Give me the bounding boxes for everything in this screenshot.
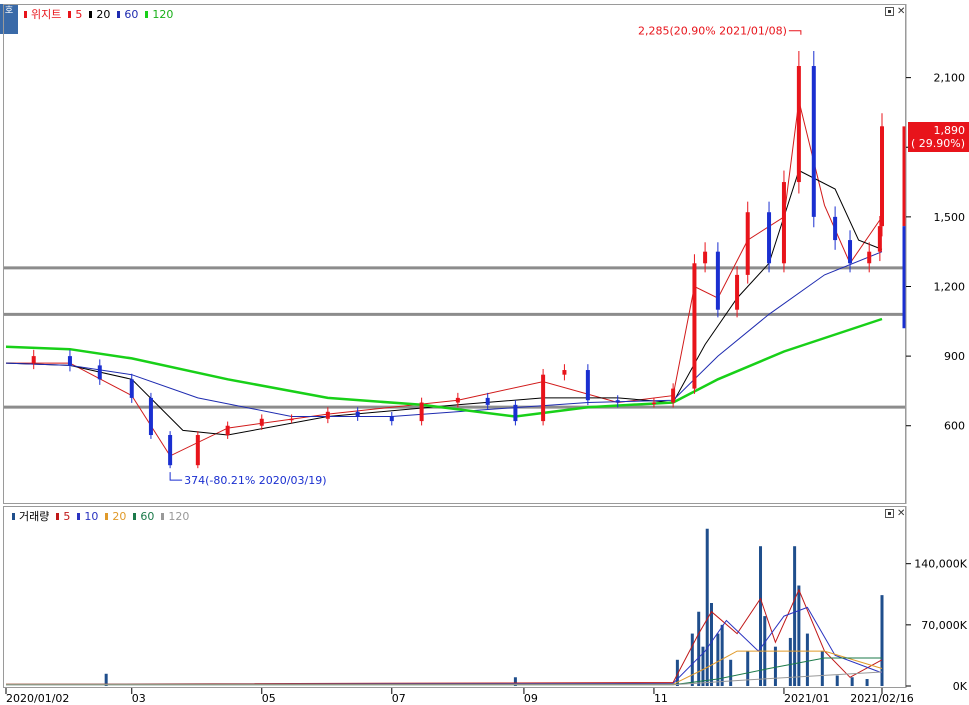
candle-body (651, 402, 656, 405)
volume-bar (835, 675, 839, 686)
volume-bar (805, 633, 809, 686)
high-marker (788, 30, 802, 35)
candle-body (148, 397, 153, 436)
volume-bar (820, 651, 824, 686)
candle-body (615, 400, 620, 403)
volume-bar (773, 646, 777, 686)
volume-bar (746, 651, 750, 686)
xtick-label: 11 (654, 692, 668, 705)
candle-body (735, 274, 740, 310)
candle-body (767, 212, 772, 264)
high-annotation: 2,285(20.90% 2021/01/08) (638, 25, 787, 38)
candle-body (715, 251, 720, 310)
candle-body (848, 240, 853, 264)
candle-body (455, 397, 460, 403)
candle-body (168, 435, 173, 466)
candle-body (671, 388, 676, 403)
volume-ytick-label: 70,000K (921, 619, 967, 632)
vma60-line (6, 657, 882, 686)
last-price: 1,890 (933, 124, 966, 137)
volume-bar (720, 624, 724, 686)
price-ytick-label: 1,200 (934, 280, 966, 293)
candle-body (129, 379, 134, 398)
candle-body (419, 402, 424, 422)
candle-body (541, 374, 546, 422)
candle-body (562, 370, 567, 375)
price-ytick-label: 1,500 (934, 211, 966, 224)
xtick-label: 03 (132, 692, 146, 705)
last-price-tag: 1,890 ( 29.90%) (908, 122, 969, 152)
ma5-line (6, 100, 883, 457)
ma20-line (5, 169, 883, 436)
candle-body (67, 356, 72, 366)
xtick-label: 07 (392, 692, 406, 705)
price-ytick-label: 2,100 (934, 72, 966, 85)
candle-body (355, 411, 360, 417)
candle-body (225, 425, 230, 436)
volume-bar (759, 546, 763, 686)
candle-body (259, 418, 264, 426)
candle-body (745, 212, 750, 275)
volume-bar (705, 528, 709, 686)
ma60-line (5, 251, 883, 417)
stock-chart-window: 호 위지트 5 20 60 120 거래량 5 10 20 60 120 ✕ ✕… (0, 0, 969, 705)
last-change: ( 29.90%) (910, 137, 965, 150)
xtick-label: 09 (524, 692, 538, 705)
price-ytick-label: 900 (944, 350, 965, 363)
candle-body (31, 356, 36, 364)
volume-bar (788, 637, 792, 686)
chart-canvas: 2,1001,8001,5001,200900600140,000K70,000… (4, 4, 968, 705)
volume-bar (729, 659, 733, 686)
candle-body (877, 226, 882, 252)
volume-ytick-label: 0K (953, 680, 968, 693)
candle-body (692, 263, 697, 389)
candle-body (796, 66, 801, 183)
candle-body (97, 365, 102, 380)
volume-bar (716, 633, 720, 686)
candle-body (389, 416, 394, 422)
candle-body (325, 411, 330, 419)
price-ytick-label: 600 (944, 420, 965, 433)
candle-body (195, 435, 200, 466)
volume-bar (697, 611, 701, 686)
candle-body (811, 66, 816, 217)
xtick-label: 2020/01/02 (6, 692, 69, 705)
volume-bar (865, 679, 869, 686)
candle-body (585, 370, 590, 401)
volume-bar (797, 585, 801, 686)
low-annotation: 374(-80.21% 2020/03/19) (184, 474, 326, 487)
volume-ytick-label: 140,000K (914, 558, 967, 571)
xtick-label: 2021/02/16 (850, 692, 913, 705)
volume-bar (850, 677, 854, 686)
candle-body (781, 182, 786, 264)
candle-body (703, 251, 708, 264)
xtick-label: 05 (262, 692, 276, 705)
xtick-label: 2021/01 (784, 692, 830, 705)
candle-body (513, 404, 518, 422)
volume-bar (690, 633, 694, 686)
candle-body (485, 397, 490, 405)
candle-body (867, 251, 872, 264)
low-marker (169, 472, 183, 481)
candle-body (833, 216, 838, 241)
volume-bar (793, 546, 797, 686)
volume-bar (709, 603, 713, 686)
vma5-line (5, 588, 883, 685)
candle-body (289, 418, 294, 421)
